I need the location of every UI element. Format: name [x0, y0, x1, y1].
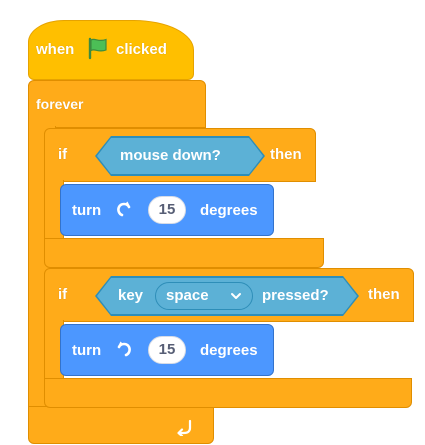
- mouse-down-label: mouse down?: [120, 147, 221, 164]
- rotate-right-icon: [112, 198, 136, 227]
- turn-left-degrees-input[interactable]: 15: [148, 336, 186, 364]
- chevron-down-icon: [230, 283, 242, 318]
- loop-arrow-icon: [176, 418, 194, 441]
- if2-label-then: then: [368, 286, 400, 303]
- if-then-block-1-bottom: [44, 238, 324, 268]
- forever-label: forever: [36, 96, 84, 112]
- key-select-dropdown[interactable]: space: [155, 282, 253, 310]
- rotate-left-icon: [112, 338, 136, 367]
- hat-label-clicked: clicked: [116, 41, 167, 58]
- key-pressed-label-key: key: [118, 287, 144, 304]
- turn-right-label-turn: turn: [72, 202, 102, 219]
- if1-label-if: if: [58, 146, 68, 163]
- turn-left-label-turn: turn: [72, 342, 102, 359]
- key-select-value: space: [166, 287, 209, 304]
- green-flag-icon: [86, 36, 110, 65]
- key-pressed-label-pressed: pressed?: [262, 287, 329, 304]
- hat-label-when: when: [36, 41, 75, 58]
- if-then-block-2-bottom: [44, 378, 412, 408]
- if1-label-then: then: [270, 146, 302, 163]
- if2-label-if: if: [58, 286, 68, 303]
- turn-right-label-degrees: degrees: [200, 202, 258, 219]
- turn-right-degrees-input[interactable]: 15: [148, 196, 186, 224]
- turn-left-label-degrees: degrees: [200, 342, 258, 359]
